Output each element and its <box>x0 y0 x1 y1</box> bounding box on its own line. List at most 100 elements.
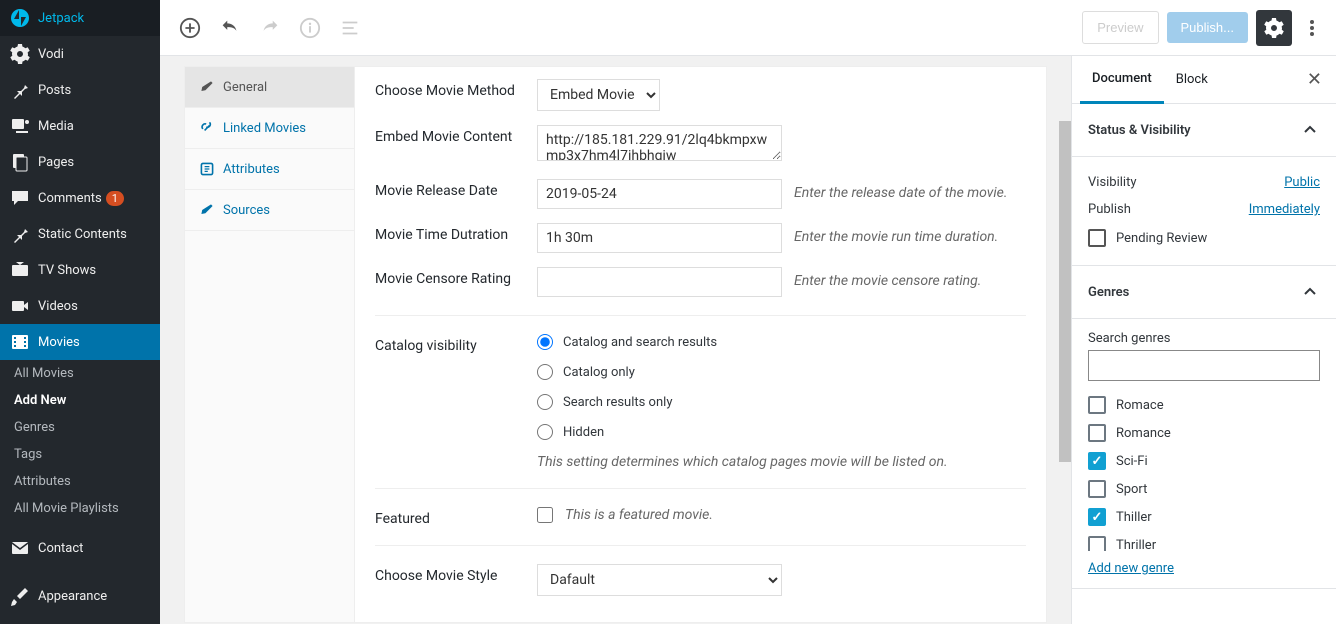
duration-input[interactable] <box>537 223 782 253</box>
panel-tabs: Document Block ✕ <box>1072 56 1336 104</box>
censor-input[interactable] <box>537 267 782 297</box>
genre-item[interactable]: Sport <box>1088 475 1320 503</box>
menu-label: Contact <box>38 541 83 556</box>
catalog-opt-0[interactable]: Catalog and search results <box>537 334 1026 350</box>
menu-plugins[interactable]: Plugins <box>0 614 160 624</box>
comment-icon <box>10 188 30 208</box>
mail-icon <box>10 538 30 558</box>
preview-button[interactable]: Preview <box>1082 11 1158 44</box>
settings-sidebar: Document Block ✕ Status & Visibility Vis… <box>1071 56 1336 624</box>
menu-static[interactable]: Static Contents <box>0 216 160 252</box>
menu-label: Static Contents <box>38 227 127 242</box>
pages-icon <box>10 152 30 172</box>
menu-movies[interactable]: Movies <box>0 324 160 360</box>
sub-add-new[interactable]: Add New <box>0 387 160 414</box>
status-section-head[interactable]: Status & Visibility <box>1072 104 1336 157</box>
catalog-opt-3[interactable]: Hidden <box>537 424 1026 440</box>
menu-label: Jetpack <box>38 11 84 26</box>
featured-label: Featured <box>375 507 525 527</box>
add-block-button[interactable] <box>172 10 208 46</box>
tabs-nav: General Linked Movies Attributes Sources <box>185 67 355 622</box>
release-label: Movie Release Date <box>375 179 525 199</box>
menu-tvshows[interactable]: TV Shows <box>0 252 160 288</box>
visibility-label: Visibility <box>1088 175 1137 190</box>
menu-posts[interactable]: Posts <box>0 72 160 108</box>
censor-label: Movie Censore Rating <box>375 267 525 287</box>
tab-sources[interactable]: Sources <box>185 190 354 231</box>
more-menu[interactable] <box>1300 20 1324 36</box>
menu-vodi[interactable]: Vodi <box>0 36 160 72</box>
genre-item[interactable]: Thiller <box>1088 503 1320 531</box>
scrollbar[interactable] <box>1059 56 1071 624</box>
featured-checkbox[interactable]: This is a featured movie. <box>537 507 713 523</box>
sub-genres[interactable]: Genres <box>0 414 160 441</box>
add-genre-link[interactable]: Add new genre <box>1088 561 1174 576</box>
settings-toggle[interactable] <box>1256 10 1292 46</box>
style-label: Choose Movie Style <box>375 564 525 584</box>
info-button[interactable] <box>292 10 328 46</box>
sub-all-movies[interactable]: All Movies <box>0 360 160 387</box>
tab-block[interactable]: Block <box>1164 56 1220 104</box>
sub-tags[interactable]: Tags <box>0 441 160 468</box>
publish-label: Publish <box>1088 202 1131 217</box>
embed-textarea[interactable]: http://185.181.229.91/2lq4bkmpxwmp3x7hm4… <box>537 125 782 161</box>
tab-general[interactable]: General <box>185 67 354 108</box>
sub-attributes[interactable]: Attributes <box>0 468 160 495</box>
tv-icon <box>10 260 30 280</box>
admin-sidebar: Jetpack Vodi Posts Media Pages Comments … <box>0 0 160 624</box>
catalog-opt-1[interactable]: Catalog only <box>537 364 1026 380</box>
method-label: Choose Movie Method <box>375 79 525 99</box>
editor-body: General Linked Movies Attributes Sources… <box>160 56 1071 624</box>
visibility-link[interactable]: Public <box>1284 175 1320 190</box>
search-genres-input[interactable] <box>1088 350 1320 381</box>
video-icon <box>10 296 30 316</box>
pending-review-check[interactable]: Pending Review <box>1088 223 1320 253</box>
outline-button[interactable] <box>332 10 368 46</box>
style-select[interactable]: Dafault <box>537 564 782 596</box>
menu-pages[interactable]: Pages <box>0 144 160 180</box>
genre-list[interactable]: Romace Romance Sci-Fi Sport Thiller Thri… <box>1088 391 1320 551</box>
publish-button[interactable]: Publish... <box>1167 12 1248 43</box>
censor-help: Enter the movie censore rating. <box>794 267 1026 289</box>
release-help: Enter the release date of the movie. <box>794 179 1026 201</box>
release-input[interactable] <box>537 179 782 209</box>
redo-button[interactable] <box>252 10 288 46</box>
brush-icon <box>10 586 30 606</box>
tab-attributes[interactable]: Attributes <box>185 149 354 190</box>
genre-item[interactable]: Thriller <box>1088 531 1320 551</box>
genre-item[interactable]: Romance <box>1088 419 1320 447</box>
menu-label: Videos <box>38 299 78 314</box>
close-icon[interactable]: ✕ <box>1301 63 1328 96</box>
gear-icon <box>10 44 30 64</box>
method-select[interactable]: Embed Movie <box>537 79 660 111</box>
menu-label: Comments <box>38 191 102 206</box>
genres-section-head[interactable]: Genres <box>1072 266 1336 319</box>
embed-label: Embed Movie Content <box>375 125 525 145</box>
duration-label: Movie Time Dutration <box>375 223 525 243</box>
catalog-label: Catalog visibility <box>375 334 525 354</box>
checkbox-icon <box>1088 229 1106 247</box>
publish-link[interactable]: Immediately <box>1249 202 1320 217</box>
menu-media[interactable]: Media <box>0 108 160 144</box>
menu-comments[interactable]: Comments 1 <box>0 180 160 216</box>
chevron-up-icon <box>1300 120 1320 140</box>
menu-label: TV Shows <box>38 263 96 278</box>
tab-content: Choose Movie Method Embed Movie Embed Mo… <box>355 67 1046 622</box>
pin-icon <box>10 80 30 100</box>
tab-document[interactable]: Document <box>1080 56 1164 104</box>
genre-item[interactable]: Sci-Fi <box>1088 447 1320 475</box>
menu-videos[interactable]: Videos <box>0 288 160 324</box>
menu-label: Vodi <box>38 47 64 62</box>
undo-button[interactable] <box>212 10 248 46</box>
tab-linked[interactable]: Linked Movies <box>185 108 354 149</box>
media-icon <box>10 116 30 136</box>
sub-playlists[interactable]: All Movie Playlists <box>0 495 160 522</box>
catalog-opt-2[interactable]: Search results only <box>537 394 1026 410</box>
menu-label: Posts <box>38 83 71 98</box>
menu-appearance[interactable]: Appearance <box>0 578 160 614</box>
menu-contact[interactable]: Contact <box>0 530 160 566</box>
editor-toolbar: Preview Publish... <box>160 0 1336 56</box>
menu-label: Movies <box>38 335 80 350</box>
menu-jetpack[interactable]: Jetpack <box>0 0 160 36</box>
genre-item[interactable]: Romace <box>1088 391 1320 419</box>
